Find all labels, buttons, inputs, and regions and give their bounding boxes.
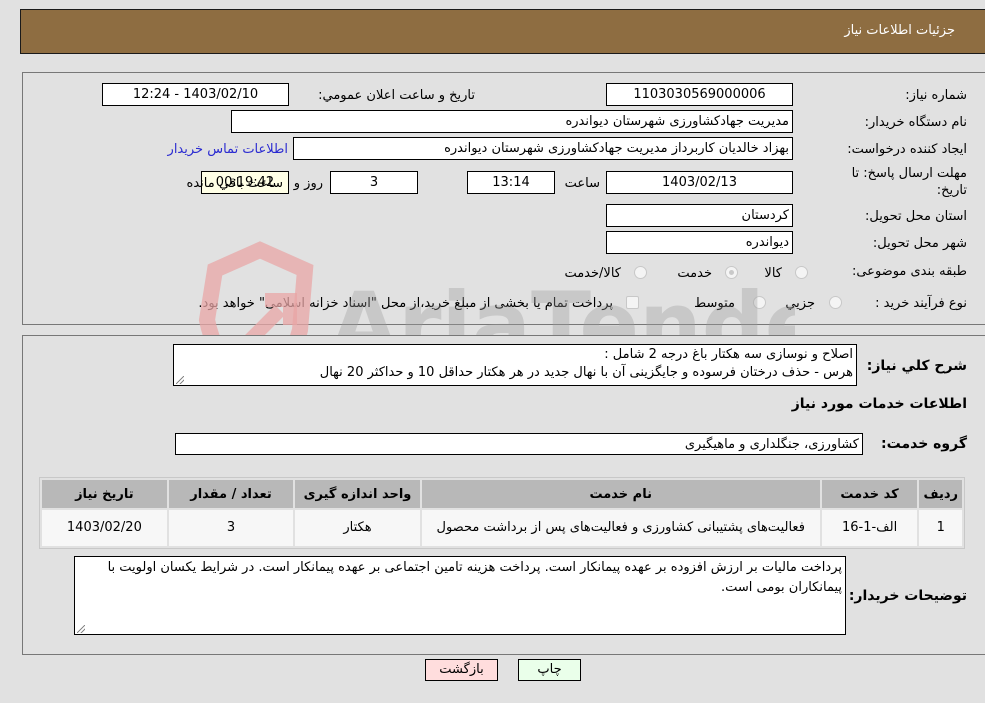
cell-need-date: 1403/02/20 [42,510,167,546]
city-field: دیواندره [606,231,793,254]
deadline-date-field: 1403/02/13 [606,171,793,194]
table-header-row: رديف کد خدمت نام خدمت واحد اندازه گيری ت… [42,480,962,508]
page-title: جزئیات اطلاعات نیاز [844,23,955,38]
cell-quantity: 3 [168,510,294,546]
page-header: جزئیات اطلاعات نیاز [20,9,985,54]
description-textarea[interactable]: اصلاح و نوسازی سه هکتار باغ درجه 2 شامل … [173,344,857,386]
city-label: شهر محل تحويل: [872,236,967,251]
buyer-notes-text: پرداخت مالیات بر ارزش افزوده بر عهده پیم… [107,560,842,595]
purchase-type-radio-minor[interactable] [829,296,842,309]
header-service-code: کد خدمت [821,480,918,508]
description-label: شرح کلي نياز: [866,358,967,374]
purchase-type-radio-medium[interactable] [753,296,766,309]
requester-label: ايجاد کننده درخواست: [847,142,967,157]
cell-service-code: الف-1-16 [821,510,918,546]
header-unit: واحد اندازه گيری [295,480,420,508]
purchase-type-option-medium: متوسط [694,296,735,311]
days-label: روز و [293,176,323,191]
cell-service-name: فعالیت‌های پشتیبانی کشاورزی و فعالیت‌های… [421,510,820,546]
category-radio-goods[interactable] [795,266,808,279]
header-service-name: نام خدمت [421,480,820,508]
header-need-date: تاريخ نياز [42,480,167,508]
category-label: طبقه بندی موضوعی: [851,264,967,279]
print-button[interactable]: چاپ [518,659,581,681]
resize-handle-icon[interactable] [176,376,184,384]
resize-handle-icon[interactable] [77,625,85,633]
service-group-field: کشاورزی، جنگلداری و ماهیگیری [175,433,863,455]
requester-field: بهزاد خالدیان کاربرداز مدیریت جهادکشاورز… [293,137,793,160]
category-option-goods: کالا [764,266,782,281]
announce-datetime-label: تاریخ و ساعت اعلان عمومي: [318,88,475,103]
back-button[interactable]: بازگشت [425,659,498,681]
treasury-checkbox[interactable] [626,296,639,309]
deadline-label-line2: تاریخ: [936,183,967,198]
header-row-number: رديف [919,480,962,508]
buyer-org-label: نام دستگاه خريدار: [864,115,967,130]
need-number-field: 1103030569000006 [606,83,793,106]
deadline-label-line1: مهلت ارسال پاسخ: تا [851,166,967,181]
cell-unit: هکتار [295,510,420,546]
category-option-goods-service: کالا/خدمت [564,266,621,281]
remaining-days-field: 3 [330,171,418,194]
treasury-note: پرداخت تمام یا بخشی از مبلغ خرید،از محل … [198,296,613,311]
buyer-org-field: مدیریت جهادکشاورزی شهرستان دیواندره [231,110,793,133]
category-radio-service[interactable] [725,266,738,279]
service-group-label: گروه خدمت: [881,436,967,452]
purchase-type-label: نوع فرآیند خرید : [875,296,967,311]
description-line-2: هرس - حذف درختان فرسوده و جایگزینی آن با… [319,365,853,380]
buyer-contact-link[interactable]: اطلاعات تماس خريدار [168,142,288,157]
category-option-service: خدمت [677,266,712,281]
header-quantity: تعداد / مقدار [168,480,294,508]
purchase-type-option-minor: جزيي [785,296,815,311]
need-number-label: شماره نیاز: [905,88,967,103]
remaining-time-label: ساعت باقي مانده [186,176,283,191]
buyer-notes-label: توضيحات خريدار: [848,588,967,604]
deadline-time-label: ساعت [564,176,600,191]
description-line-1: اصلاح و نوسازی سه هکتار باغ درجه 2 شامل … [604,347,853,362]
category-radio-goods-service[interactable] [634,266,647,279]
province-label: استان محل تحويل: [865,209,967,224]
services-table: رديف کد خدمت نام خدمت واحد اندازه گيری ت… [39,477,965,549]
table-row: 1 الف-1-16 فعالیت‌های پشتیبانی کشاورزی و… [42,510,962,546]
deadline-time-field: 13:14 [467,171,555,194]
province-field: کردستان [606,204,793,227]
announce-datetime-field: 1403/02/10 - 12:24 [102,83,289,106]
cell-row-number: 1 [919,510,962,546]
buyer-notes-textarea[interactable]: پرداخت مالیات بر ارزش افزوده بر عهده پیم… [74,556,846,635]
services-section-title: اطلاعات خدمات مورد نياز [791,396,967,412]
